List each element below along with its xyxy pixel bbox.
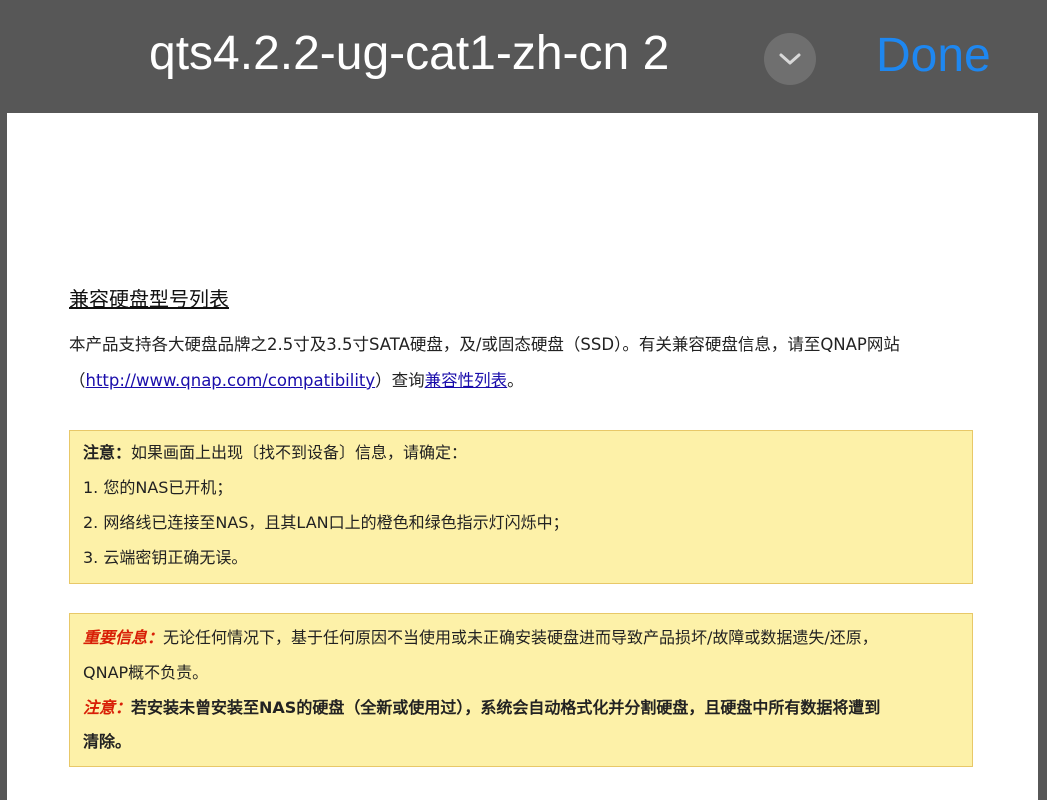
format-warning-line: 注意：若安装未曾安装至NAS的硬盘（全新或使用过），系统会自动格式化并分割硬盘，… [83,694,880,718]
important-line-2: QNAP概不负责。 [83,663,209,682]
period-text: 。 [507,371,524,390]
compatibility-url-link[interactable]: http://www.qnap.com/compatibility [86,371,376,390]
chevron-down-icon [779,53,801,65]
done-button[interactable]: Done [876,28,991,83]
page-border-right [1038,113,1047,800]
intro-paragraph-line2: （http://www.qnap.com/compatibility）查询兼容性… [69,367,524,391]
note-item: 2. 网络线已连接至NAS，且其LAN口上的橙色和绿色指示灯闪烁中； [83,513,569,532]
note-item: 1. 您的NAS已开机； [83,478,233,497]
section-heading: 兼容硬盘型号列表 [69,287,229,311]
note-callout: 注意：如果画面上出现〔找不到设备〕信息，请确定： 1. 您的NAS已开机； 2.… [69,430,973,584]
document-page[interactable]: 兼容硬盘型号列表 本产品支持各大硬盘品牌之2.5寸及3.5寸SATA硬盘，及/或… [7,113,1038,800]
paren-open: （ [69,371,86,390]
note-item: 3. 云端密钥正确无误。 [83,548,248,567]
navigation-bar: qts4.2.2-ug-cat1-zh-cn 2 Done [0,0,1047,113]
important-line: 重要信息：无论任何情况下，基于任何原因不当使用或未正确安装硬盘进而导致产品损坏/… [83,624,878,648]
warning-text: 若安装未曾安装至NAS的硬盘（全新或使用过），系统会自动格式化并分割硬盘，且硬盘… [131,698,881,717]
note-line: 注意：如果画面上出现〔找不到设备〕信息，请确定： [83,439,467,463]
important-callout: 重要信息：无论任何情况下，基于任何原因不当使用或未正确安装硬盘进而导致产品损坏/… [69,613,973,767]
page-border-left [0,113,7,800]
title-menu-button[interactable] [764,33,816,85]
intro-paragraph-line1: 本产品支持各大硬盘品牌之2.5寸及3.5寸SATA硬盘，及/或固态硬盘（SSD）… [69,335,900,354]
note-text: 如果画面上出现〔找不到设备〕信息，请确定： [131,443,468,462]
document-title: qts4.2.2-ug-cat1-zh-cn 2 [149,27,670,80]
warning-label: 注意： [83,698,132,717]
important-text: 无论任何情况下，基于任何原因不当使用或未正确安装硬盘进而导致产品损坏/故障或数据… [163,628,878,647]
important-label: 重要信息： [83,628,164,647]
note-label: 注意： [83,443,132,462]
query-text: ）查询 [375,371,425,390]
format-warning-line-2: 清除。 [83,732,132,751]
compatibility-list-link[interactable]: 兼容性列表 [425,371,508,390]
